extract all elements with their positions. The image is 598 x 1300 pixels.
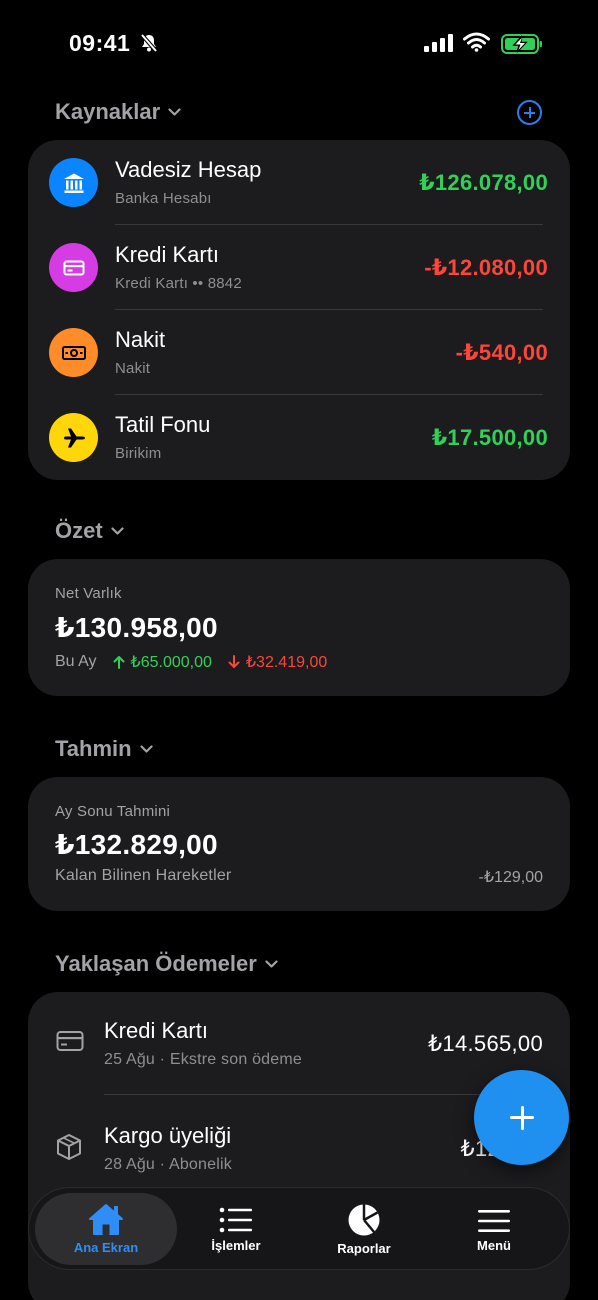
bell-slash-icon <box>140 33 158 53</box>
account-name: Kredi Kartı <box>115 242 219 267</box>
divider <box>104 1094 543 1095</box>
status-time: 09:41 <box>69 30 131 56</box>
forecast-section-header[interactable]: Tahmin <box>55 736 153 762</box>
tab-label: Ana Ekran <box>73 1240 139 1255</box>
account-name: Vadesiz Hesap <box>115 157 262 182</box>
account-name: Tatil Fonu <box>115 412 211 437</box>
summary-section-header[interactable]: Özet <box>55 518 124 544</box>
account-type: Banka Hesabı <box>115 190 212 207</box>
tab-label: Menü <box>477 1238 511 1253</box>
account-balance: -₺540,00 <box>455 340 548 365</box>
payment-name: Kargo üyeliği <box>104 1123 232 1148</box>
tab-label: Raporlar <box>337 1241 391 1256</box>
account-balance: ₺17.500,00 <box>431 425 548 450</box>
account-row-credit-card[interactable]: Kredi Kartı Kredi Kartı •• 8842 -₺12.080… <box>28 225 570 310</box>
tab-menu[interactable]: Menü <box>435 1188 553 1271</box>
tab-bar: Ana Ekran İşlemler Raporlar Menü <box>28 1187 570 1270</box>
battery-charging-icon <box>501 34 542 54</box>
chevron-down-icon <box>265 959 278 968</box>
add-transaction-button[interactable] <box>474 1070 569 1165</box>
cellular-signal-icon <box>424 34 453 52</box>
account-type: Birikim <box>115 445 162 462</box>
account-balance: -₺12.080,00 <box>424 255 548 280</box>
cash-icon <box>49 328 98 377</box>
chevron-down-icon <box>139 744 153 753</box>
chevron-down-icon <box>168 107 181 116</box>
upcoming-payment-row[interactable]: Kredi Kartı 25 Ağu · Ekstre son ödeme ₺1… <box>28 992 570 1092</box>
remaining-value: -₺129,00 <box>478 869 543 886</box>
period-label: Bu Ay <box>55 653 97 670</box>
wifi-icon <box>463 32 490 52</box>
net-worth-value: ₺130.958,00 <box>55 612 218 643</box>
account-row-checking[interactable]: Vadesiz Hesap Banka Hesabı ₺126.078,00 <box>28 140 570 225</box>
account-row-savings[interactable]: Tatil Fonu Birikim ₺17.500,00 <box>28 395 570 480</box>
payment-name: Kredi Kartı <box>104 1018 208 1043</box>
upcoming-section-header[interactable]: Yaklaşan Ödemeler <box>55 951 278 977</box>
credit-card-icon <box>49 243 98 292</box>
tab-home[interactable]: Ana Ekran <box>35 1193 177 1265</box>
sources-title: Kaynaklar <box>55 99 161 124</box>
arrow-up-icon <box>113 656 125 669</box>
payment-details: 25 Ağu · Ekstre son ödeme <box>104 1051 302 1068</box>
menu-icon <box>478 1210 510 1232</box>
sources-section-header[interactable]: Kaynaklar <box>55 99 181 125</box>
credit-card-icon <box>56 1031 84 1051</box>
forecast-card[interactable]: Ay Sonu Tahmini ₺132.829,00 Kalan Biline… <box>28 777 570 911</box>
account-type: Kredi Kartı •• 8842 <box>115 275 242 292</box>
sources-card: Vadesiz Hesap Banka Hesabı ₺126.078,00 K… <box>28 140 570 480</box>
summary-card[interactable]: Net Varlık ₺130.958,00 Bu Ay ₺65.000,00 … <box>28 559 570 696</box>
tab-transactions[interactable]: İşlemler <box>177 1188 295 1271</box>
house-icon <box>89 1204 123 1235</box>
package-icon <box>57 1134 81 1160</box>
expense-amount: ₺32.419,00 <box>245 654 328 671</box>
status-bar: 09:41 <box>0 0 598 90</box>
remaining-label: Kalan Bilinen Hareketler <box>55 867 232 884</box>
list-icon <box>219 1207 252 1233</box>
payment-amount: ₺14.565,00 <box>428 1031 543 1056</box>
forecast-label: Ay Sonu Tahmini <box>55 803 171 820</box>
tab-label: İşlemler <box>211 1238 261 1253</box>
account-type: Nakit <box>115 360 151 377</box>
payment-details: 28 Ağu · Abonelik <box>104 1156 232 1173</box>
income-amount-group: ₺65.000,00 <box>113 652 212 672</box>
net-worth-label: Net Varlık <box>55 585 122 602</box>
summary-title: Özet <box>55 518 103 543</box>
forecast-value: ₺132.829,00 <box>55 829 218 860</box>
account-name: Nakit <box>115 327 166 352</box>
account-balance: ₺126.078,00 <box>419 170 548 195</box>
upcoming-title: Yaklaşan Ödemeler <box>55 951 257 976</box>
chevron-down-icon <box>111 526 124 535</box>
bank-icon <box>49 158 98 207</box>
airplane-icon <box>49 413 98 462</box>
account-row-cash[interactable]: Nakit Nakit -₺540,00 <box>28 310 570 395</box>
month-summary: Bu Ay ₺65.000,00 ₺32.419,00 <box>55 652 327 672</box>
forecast-title: Tahmin <box>55 736 132 761</box>
pie-chart-icon <box>348 1204 380 1236</box>
tab-reports[interactable]: Raporlar <box>305 1188 423 1271</box>
arrow-down-icon <box>228 655 240 668</box>
income-amount: ₺65.000,00 <box>130 654 212 671</box>
expense-amount-group: ₺32.419,00 <box>228 652 327 672</box>
add-source-button[interactable] <box>517 100 542 125</box>
